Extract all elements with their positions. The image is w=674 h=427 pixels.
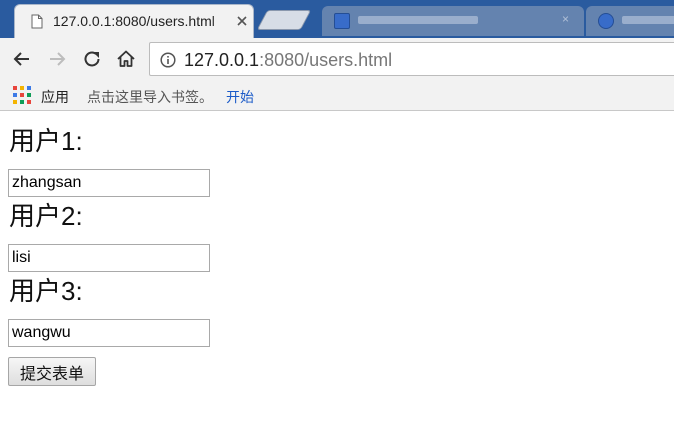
user2-input[interactable] bbox=[8, 244, 210, 272]
address-url: 127.0.0.1:8080/users.html bbox=[184, 50, 392, 71]
back-arrow-icon[interactable] bbox=[10, 47, 34, 71]
submit-form-button[interactable]: 提交表单 bbox=[8, 357, 96, 386]
user1-label: 用户1: bbox=[9, 126, 83, 156]
page-icon bbox=[31, 14, 43, 29]
user3-label: 用户3: bbox=[9, 276, 83, 306]
info-icon[interactable] bbox=[160, 52, 176, 68]
apps-grid-icon[interactable] bbox=[13, 86, 31, 104]
new-tab-button[interactable] bbox=[256, 10, 312, 30]
bookmarks-bar: 应用 点击这里导入书签。 开始 bbox=[0, 80, 674, 111]
tab-background-1[interactable]: × bbox=[322, 6, 584, 36]
close-tab-icon[interactable]: × bbox=[562, 13, 572, 25]
user2-label: 用户2: bbox=[9, 201, 83, 231]
page-content: 用户1: 用户2: 用户3: 提交表单 bbox=[0, 112, 674, 427]
tab-background-2[interactable] bbox=[586, 6, 674, 36]
user1-input[interactable] bbox=[8, 169, 210, 197]
tab-title: 127.0.0.1:8080/users.html bbox=[53, 13, 215, 29]
close-tab-icon[interactable] bbox=[236, 15, 248, 27]
bookmark-start-link[interactable]: 开始 bbox=[226, 87, 254, 107]
site-icon bbox=[334, 13, 350, 29]
reload-icon[interactable] bbox=[80, 47, 104, 71]
tab-users-html[interactable]: 127.0.0.1:8080/users.html bbox=[14, 4, 254, 38]
home-icon[interactable] bbox=[114, 47, 138, 71]
bookmark-apps[interactable]: 应用 bbox=[41, 87, 69, 107]
forward-arrow-icon[interactable] bbox=[45, 47, 69, 71]
user3-input[interactable] bbox=[8, 319, 210, 347]
tab-strip: 127.0.0.1:8080/users.html × bbox=[0, 0, 674, 38]
url-path: :8080/users.html bbox=[259, 50, 393, 70]
url-host: 127.0.0.1 bbox=[184, 50, 260, 70]
site-icon bbox=[598, 13, 614, 29]
bookmark-import-hint[interactable]: 点击这里导入书签。 bbox=[87, 87, 213, 107]
address-bar[interactable]: 127.0.0.1:8080/users.html bbox=[149, 42, 674, 76]
